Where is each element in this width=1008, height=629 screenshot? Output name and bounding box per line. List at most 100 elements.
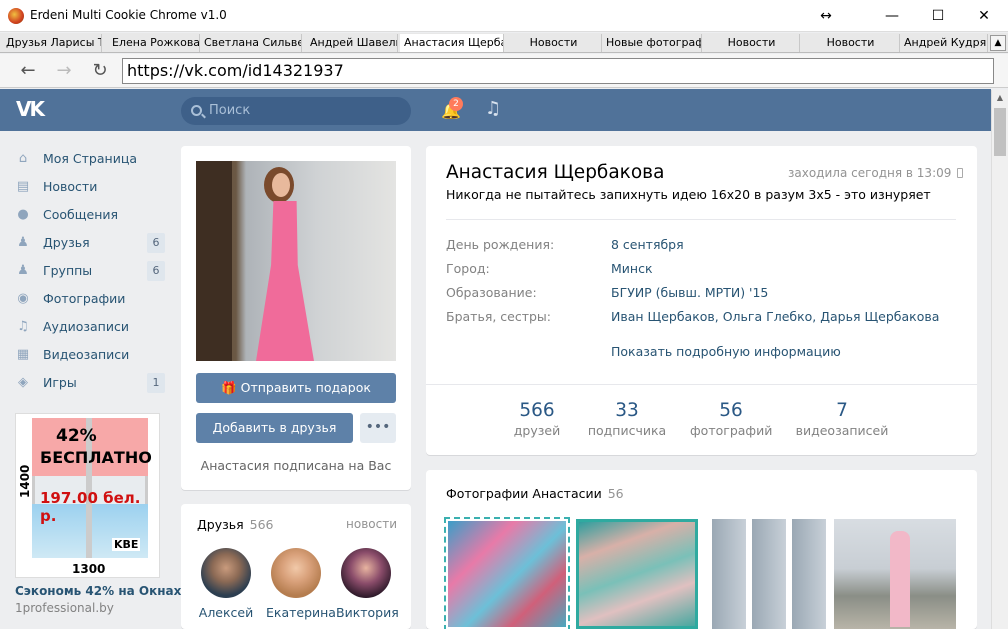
ad-banner[interactable]: 42% БЕСПЛАТНО 197.00 бел. р. 1400 1300 K… [15,413,160,578]
reload-icon[interactable]: ↻ [89,60,111,82]
sidebar-item-photos[interactable]: ◉ Фотографии [14,288,166,316]
scrollbar-thumb[interactable] [994,108,1006,156]
tab-item-active[interactable]: Анастасия Щербакова [400,34,504,52]
sidebar-item-games[interactable]: ◈ Игры 1 [14,372,166,400]
divider [446,219,956,220]
photo-figure [890,531,910,627]
avatar [341,548,391,598]
ad-percent: 42% [56,426,97,446]
resize-icon[interactable]: ↔ [806,4,846,28]
photo-door [196,161,232,361]
ad-free: БЕСПЛАТНО [40,448,152,467]
friends-icon: ♟ [17,235,29,250]
tab-item[interactable]: Елена Рожкова [108,34,200,52]
show-more-info-link[interactable]: Показать подробную информацию [611,344,841,359]
stat-videos[interactable]: 7 видеозаписей [794,400,890,438]
send-gift-button[interactable]: 🎁 Отправить подарок [196,373,396,403]
profile-name: Анастасия Щербакова [446,162,665,183]
friend-name: Екатерина [266,605,336,620]
friend-name: Виктория [336,605,399,620]
photo-face [272,173,290,197]
sidebar-item-video[interactable]: ▦ Видеозаписи [14,344,166,372]
gamepad-icon: ◈ [18,375,28,390]
minimize-button[interactable]: — [872,4,912,28]
window-titlebar: Erdeni Multi Cookie Chrome v1.0 ↔ — ☐ ✕ [0,0,1008,32]
camera-icon: ◉ [17,291,29,306]
vk-header: VK Поиск 🔔 2 ♫ [0,89,991,131]
photo-dress [256,201,314,361]
tab-scroll-left-icon[interactable]: ▲ [990,35,1006,51]
stat-followers[interactable]: 33 подписчика [584,400,670,438]
notifications-badge: 2 [449,97,463,111]
browser-navbar: ← → ↻ https://vk.com/id14321937 [0,54,1008,88]
forward-arrow-icon[interactable]: → [53,60,75,82]
avatar [201,548,251,598]
news-icon: ▤ [16,179,30,194]
friends-news-link[interactable]: новости [346,517,397,531]
mobile-icon [957,168,964,178]
tab-item[interactable]: Светлана Сильвер [200,34,302,52]
photo-thumbnail[interactable] [444,517,570,629]
add-friend-button[interactable]: Добавить в друзья [196,413,353,443]
gift-icon: 🎁 [221,380,241,395]
search-placeholder: Поиск [209,103,251,118]
ad-price: 197.00 бел. р. [40,489,141,525]
left-sidebar: ⌂ Моя Страница ▤ Новости ● Сообщения ♟ Друзь… [14,148,166,400]
stat-friends[interactable]: 566 друзей [504,400,570,438]
divider [426,384,977,385]
maximize-button[interactable]: ☐ [918,4,958,28]
ad-caption[interactable]: Сэкономь 42% на Окнах! [15,584,187,598]
tab-item[interactable]: Новости [802,34,900,52]
friend-item[interactable]: Виктория [336,548,399,620]
scroll-up-icon[interactable]: ▲ [992,90,1008,106]
back-arrow-icon[interactable]: ← [17,60,39,82]
music-icon[interactable]: ♫ [485,98,501,119]
friend-item[interactable]: Алексей [196,548,256,620]
games-count-badge: 1 [147,373,165,393]
online-status: заходила сегодня в 13:09 [788,166,964,180]
address-bar[interactable]: https://vk.com/id14321937 [122,58,994,84]
groups-count-badge: 6 [147,261,165,281]
sidebar-item-messages[interactable]: ● Сообщения [14,204,166,232]
tab-item[interactable]: Новые фотографии [602,34,702,52]
ad-width: 1300 [72,562,106,576]
groups-icon: ♟ [17,263,29,278]
app-icon [8,8,24,24]
friends-title[interactable]: Друзья 566 [197,517,274,532]
profile-photo[interactable] [196,161,396,361]
sidebar-item-my-page[interactable]: ⌂ Моя Страница [14,148,166,176]
search-icon [191,105,202,116]
ad-domain[interactable]: 1professional.by [15,601,114,615]
window-title: Erdeni Multi Cookie Chrome v1.0 [30,8,227,22]
profile-status: Никогда не пытайтесь запихнуть идею 16х2… [446,187,931,202]
sidebar-item-friends[interactable]: ♟ Друзья 6 [14,232,166,260]
tab-item[interactable]: Андрей Шавель [306,34,398,52]
music-icon: ♫ [17,319,29,334]
tab-strip: Друзья Ларисы Том Елена Рожкова Светлана… [0,33,1008,53]
sidebar-item-news[interactable]: ▤ Новости [14,176,166,204]
avatar [271,548,321,598]
sidebar-item-audio[interactable]: ♫ Аудиозаписи [14,316,166,344]
photo-thumbnail[interactable] [576,519,698,629]
vk-logo[interactable]: VK [16,97,50,121]
photo-thumbnail[interactable] [706,519,828,629]
messages-icon: ● [17,207,29,222]
kbe-logo: KBE [112,538,141,551]
subscribed-text: Анастасия подписана на Вас [200,458,392,473]
photo-thumbnail[interactable] [834,519,956,629]
tab-item[interactable]: Новости [704,34,800,52]
page-scrollbar[interactable]: ▲ [991,90,1008,629]
friends-count-badge: 6 [147,233,165,253]
photos-title[interactable]: Фотографии Анастасии 56 [446,486,624,501]
search-input[interactable]: Поиск [181,97,411,125]
more-actions-button[interactable]: ••• [360,413,396,443]
ad-height: 1400 [18,464,32,498]
tab-item[interactable]: Андрей Кудрявц [900,34,988,52]
tab-item[interactable]: Друзья Ларисы Том [2,34,102,52]
close-button[interactable]: ✕ [964,4,1004,28]
friend-item[interactable]: Екатерина [266,548,336,620]
tab-item[interactable]: Новости [506,34,602,52]
stat-photos[interactable]: 56 фотографий [690,400,772,438]
friend-name: Алексей [198,605,254,620]
sidebar-item-groups[interactable]: ♟ Группы 6 [14,260,166,288]
